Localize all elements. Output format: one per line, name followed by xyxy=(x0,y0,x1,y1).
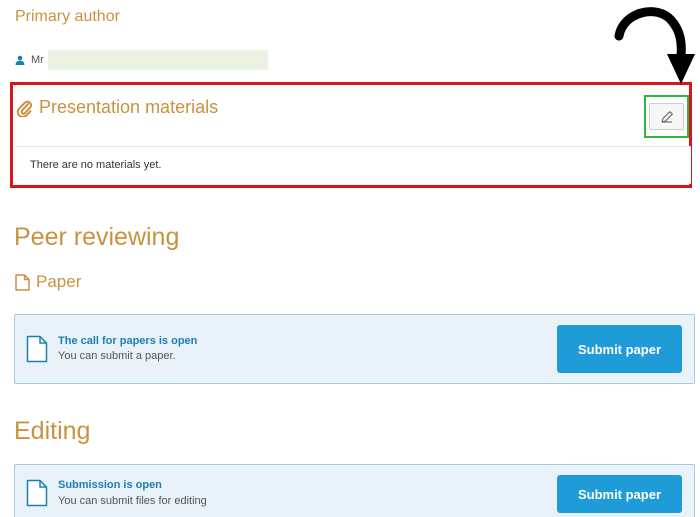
author-row: Mr xyxy=(15,50,268,70)
author-name-redacted xyxy=(47,50,268,70)
edit-materials-button[interactable] xyxy=(649,103,684,130)
peer-reviewing-heading: Peer reviewing xyxy=(14,223,180,251)
submit-paper-editing-button[interactable]: Submit paper xyxy=(557,475,682,513)
document-icon xyxy=(26,335,48,363)
primary-author-heading: Primary author xyxy=(15,8,120,25)
call-for-papers-title: The call for papers is open xyxy=(58,335,198,347)
submission-open-subtitle: You can submit files for editing xyxy=(58,495,207,507)
call-for-papers-subtitle: You can submit a paper. xyxy=(58,350,176,362)
user-icon xyxy=(15,55,25,65)
paperclip-icon xyxy=(16,100,32,117)
submission-open-title: Submission is open xyxy=(58,479,162,491)
materials-header: Presentation materials xyxy=(16,97,218,118)
curved-arrow-icon xyxy=(614,7,695,84)
paper-label: Paper xyxy=(36,272,82,291)
materials-title: Presentation materials xyxy=(39,97,219,117)
editing-heading: Editing xyxy=(14,417,91,445)
submit-paper-button[interactable]: Submit paper xyxy=(557,325,682,373)
document-icon xyxy=(15,273,30,291)
no-materials-text: There are no materials yet. xyxy=(30,159,162,171)
edit-button-highlight xyxy=(644,95,689,138)
author-prefix: Mr xyxy=(31,54,44,66)
paper-subheading: Paper xyxy=(15,272,81,292)
document-icon xyxy=(26,479,48,507)
pencil-icon xyxy=(660,110,673,123)
